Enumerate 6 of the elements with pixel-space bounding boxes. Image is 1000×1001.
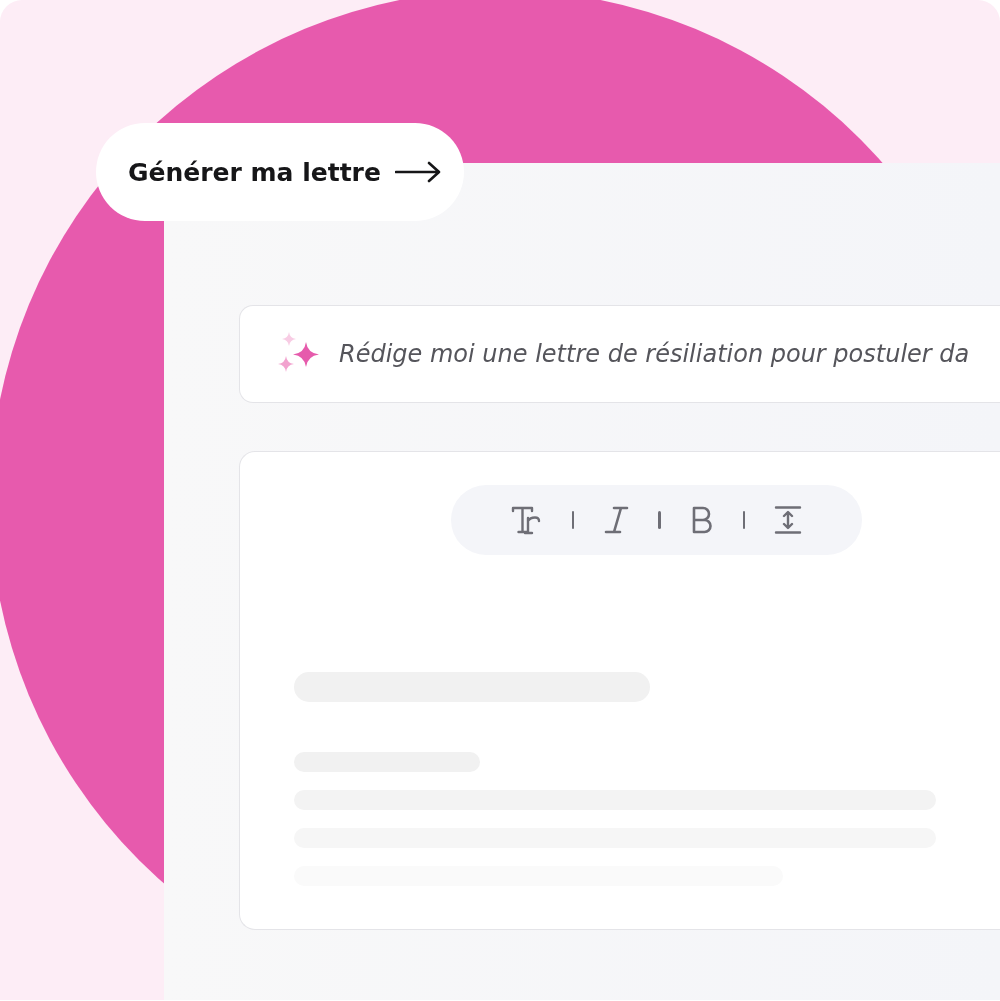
text-size-icon[interactable] bbox=[510, 505, 543, 535]
prompt-field[interactable]: Rédige moi une lettre de résiliation pour postuler da bbox=[239, 305, 1000, 403]
italic-icon[interactable] bbox=[603, 505, 630, 535]
arrow-right-icon bbox=[394, 161, 441, 183]
generate-letter-button[interactable]: Générer ma lettre bbox=[96, 123, 464, 221]
line-height-icon[interactable] bbox=[774, 505, 803, 535]
